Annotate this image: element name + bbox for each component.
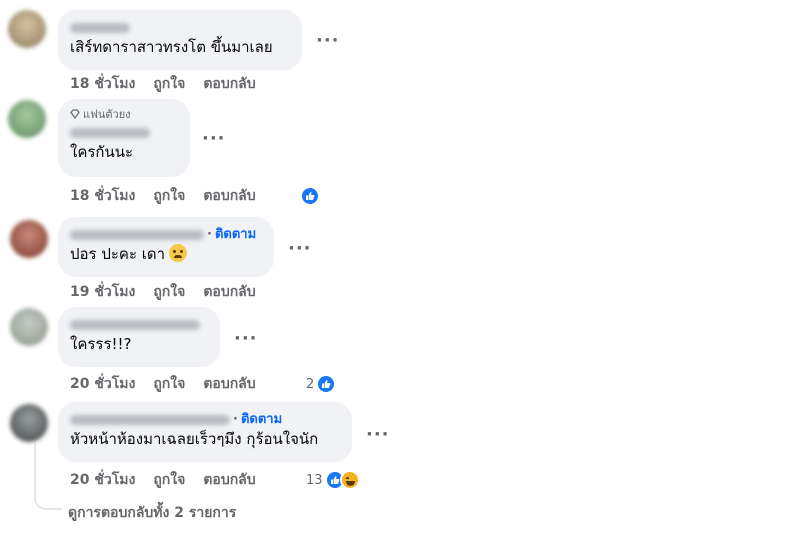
author-name[interactable] [70, 414, 230, 425]
fan-badge: แฟนตัวยง [70, 107, 178, 123]
reply-link[interactable]: ตอบกลับ [203, 76, 255, 92]
comment-text: ปอร ปะคะ เดา [70, 243, 262, 265]
timestamp[interactable]: 20 ชั่วโมง [70, 376, 135, 392]
more-options-icon[interactable]: ··· [366, 424, 390, 445]
like-link[interactable]: ถูกใจ [153, 284, 185, 300]
avatar[interactable] [8, 10, 46, 48]
view-replies-link[interactable]: ดูการตอบกลับทั้ง 2 รายการ [68, 502, 236, 524]
comment-bubble: · ติดตาม หัวหน้าห้องมาเฉลยเร็วๆมึง กุร้อน… [58, 402, 352, 462]
like-link[interactable]: ถูกใจ [153, 472, 185, 488]
reply-thread-line [34, 444, 62, 510]
follow-link[interactable]: ติดตาม [241, 412, 282, 427]
reply-link[interactable]: ตอบกลับ [203, 472, 255, 488]
author-name[interactable] [70, 229, 204, 240]
author-name[interactable] [70, 319, 200, 330]
comment-bubble: ใครรร!!? [58, 307, 220, 367]
haha-reaction-icon [339, 470, 360, 490]
reply-link[interactable]: ตอบกลับ [203, 188, 255, 204]
emoji-icon [169, 244, 188, 262]
reply-link[interactable]: ตอบกลับ [203, 376, 255, 392]
diamond-icon [70, 109, 80, 119]
comment-bubble: แฟนตัวยง ใครกันนะ [58, 99, 190, 177]
comment-text: หัวหน้าห้องมาเฉลยเร็วๆมึง กุร้อนใจนัก [70, 430, 319, 448]
reply-link[interactable]: ตอบกลับ [203, 284, 255, 300]
reaction-count: 13 [306, 472, 323, 488]
avatar[interactable] [10, 308, 48, 346]
comment-bubble: เสิร์ทดาราสาวทรงโต ขึ้นมาเลย [58, 10, 302, 70]
more-options-icon[interactable]: ··· [288, 238, 312, 259]
comment-text: เสิร์ทดาราสาวทรงโต ขึ้นมาเลย [70, 38, 273, 56]
avatar[interactable] [10, 220, 48, 258]
avatar[interactable] [10, 404, 48, 442]
like-link[interactable]: ถูกใจ [153, 188, 185, 204]
comment-meta: 18 ชั่วโมง ถูกใจ ตอบกลับ [70, 186, 274, 206]
like-link[interactable]: ถูกใจ [153, 76, 185, 92]
like-reaction-icon [316, 374, 337, 394]
timestamp[interactable]: 18 ชั่วโมง [70, 188, 135, 204]
author-name[interactable] [70, 22, 130, 33]
timestamp[interactable]: 18 ชั่วโมง [70, 76, 135, 92]
more-options-icon[interactable]: ··· [202, 128, 226, 149]
more-options-icon[interactable]: ··· [316, 30, 340, 51]
more-options-icon[interactable]: ··· [234, 328, 258, 349]
like-reaction-icon [300, 186, 320, 206]
comment-meta: 19 ชั่วโมง ถูกใจ ตอบกลับ [70, 282, 274, 302]
comment-text: ใครรร!!? [70, 335, 132, 353]
timestamp[interactable]: 19 ชั่วโมง [70, 284, 135, 300]
reaction-summary[interactable]: 2 [306, 373, 337, 395]
comment-text: ใครกันนะ [70, 143, 134, 161]
reaction-summary[interactable] [300, 185, 320, 207]
avatar[interactable] [8, 100, 46, 138]
comment-meta: 20 ชั่วโมง ถูกใจ ตอบกลับ [70, 374, 274, 394]
author-name[interactable] [70, 127, 150, 138]
reaction-summary[interactable]: 13 [306, 469, 360, 491]
reaction-count: 2 [306, 376, 315, 392]
like-link[interactable]: ถูกใจ [153, 376, 185, 392]
timestamp[interactable]: 20 ชั่วโมง [70, 472, 135, 488]
comment-bubble: · ติดตาม ปอร ปะคะ เดา [58, 217, 274, 277]
comment-meta: 18 ชั่วโมง ถูกใจ ตอบกลับ [70, 74, 274, 94]
follow-link[interactable]: ติดตาม [215, 227, 256, 242]
comment-meta: 20 ชั่วโมง ถูกใจ ตอบกลับ [70, 470, 274, 490]
